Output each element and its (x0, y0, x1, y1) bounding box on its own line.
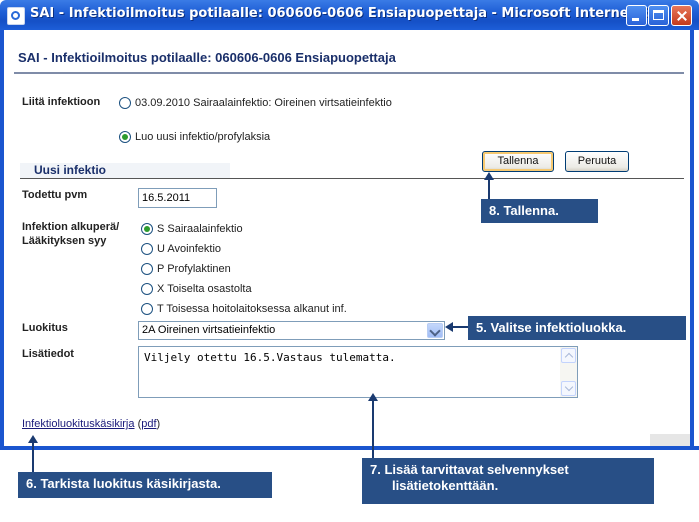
manual-link-row: Infektioluokituskäsikirja (pdf) (22, 418, 160, 430)
notes-textarea[interactable]: Viljely otettu 16.5.Vastaus tulematta. (138, 346, 578, 398)
window-frame-right (690, 30, 694, 450)
section-divider (20, 178, 684, 179)
origin-radio-t[interactable] (141, 303, 153, 315)
save-button[interactable]: Tallenna (482, 151, 554, 172)
add-callout-pointer (372, 400, 374, 458)
attach-existing-label: 03.09.2010 Sairaalainfektio: Oireinen vi… (135, 97, 392, 109)
add-callout-line1: 7. Lisää tarvittavat selvennykset (370, 462, 569, 477)
create-new-radio[interactable] (119, 131, 131, 143)
create-new-label: Luo uusi infektio/profylaksia (135, 131, 271, 143)
origin-label-u: U Avoinfektio (157, 243, 222, 255)
origin-label-line1: Infektion alkuperä/ (22, 221, 120, 233)
notes-scrollbar[interactable] (560, 347, 577, 397)
minimize-button[interactable] (626, 5, 647, 26)
origin-label-x: X Toiselta osastolta (157, 283, 252, 295)
scroll-up-arrow-icon[interactable] (561, 348, 576, 363)
manual-pdf-link[interactable]: pdf (141, 418, 156, 430)
manual-link[interactable]: Infektioluokituskäsikirja (22, 418, 135, 430)
internet-explorer-icon (7, 7, 25, 25)
origin-radio-u[interactable] (141, 243, 153, 255)
header-divider (14, 72, 684, 74)
window-frame-left (0, 30, 4, 450)
origin-radio-s[interactable] (141, 223, 153, 235)
origin-radio-p[interactable] (141, 263, 153, 275)
check-callout: 6. Tarkista luokitus käsikirjasta. (18, 472, 272, 498)
origin-label-line2: Lääkityksen syy (22, 235, 107, 247)
classification-select[interactable]: 2A Oireinen virtsatieinfektio (138, 321, 445, 340)
origin-label-p: P Profylaktinen (157, 263, 231, 275)
chevron-down-icon[interactable] (427, 323, 443, 338)
classification-label: Luokitus (22, 322, 68, 334)
close-button[interactable] (671, 5, 692, 26)
date-field[interactable]: 16.5.2011 (138, 188, 217, 208)
scroll-down-arrow-icon[interactable] (561, 381, 576, 396)
add-callout-line2: lisätietokenttään. (392, 478, 499, 493)
save-callout: 8. Tallenna. (481, 199, 598, 223)
origin-label-s: S Sairaalainfektio (157, 223, 243, 235)
attach-label: Liitä infektioon (22, 96, 101, 108)
cancel-button[interactable]: Peruuta (565, 151, 629, 172)
save-callout-pointer (488, 179, 490, 199)
classify-callout-pointer (452, 326, 468, 328)
section-title: Uusi infektio (34, 163, 107, 177)
origin-radio-x[interactable] (141, 283, 153, 295)
window-title: SAI - Infektioilmoitus potilaalle: 06060… (30, 6, 663, 21)
date-label: Todettu pvm (22, 189, 88, 201)
attach-existing-radio[interactable] (119, 97, 131, 109)
classify-callout: 5. Valitse infektioluokka. (468, 316, 686, 340)
window-frame-bottom (0, 446, 699, 450)
paren-close: ) (156, 418, 161, 430)
origin-label-t: T Toisessa hoitolaitoksessa alkanut inf. (157, 303, 347, 315)
maximize-button[interactable] (648, 5, 669, 26)
notes-label: Lisätiedot (22, 348, 74, 360)
page-title: SAI - Infektioilmoitus potilaalle: 06060… (18, 50, 396, 65)
check-callout-pointer (32, 442, 34, 472)
add-callout: 7. Lisää tarvittavat selvennykset lisäti… (362, 458, 654, 504)
